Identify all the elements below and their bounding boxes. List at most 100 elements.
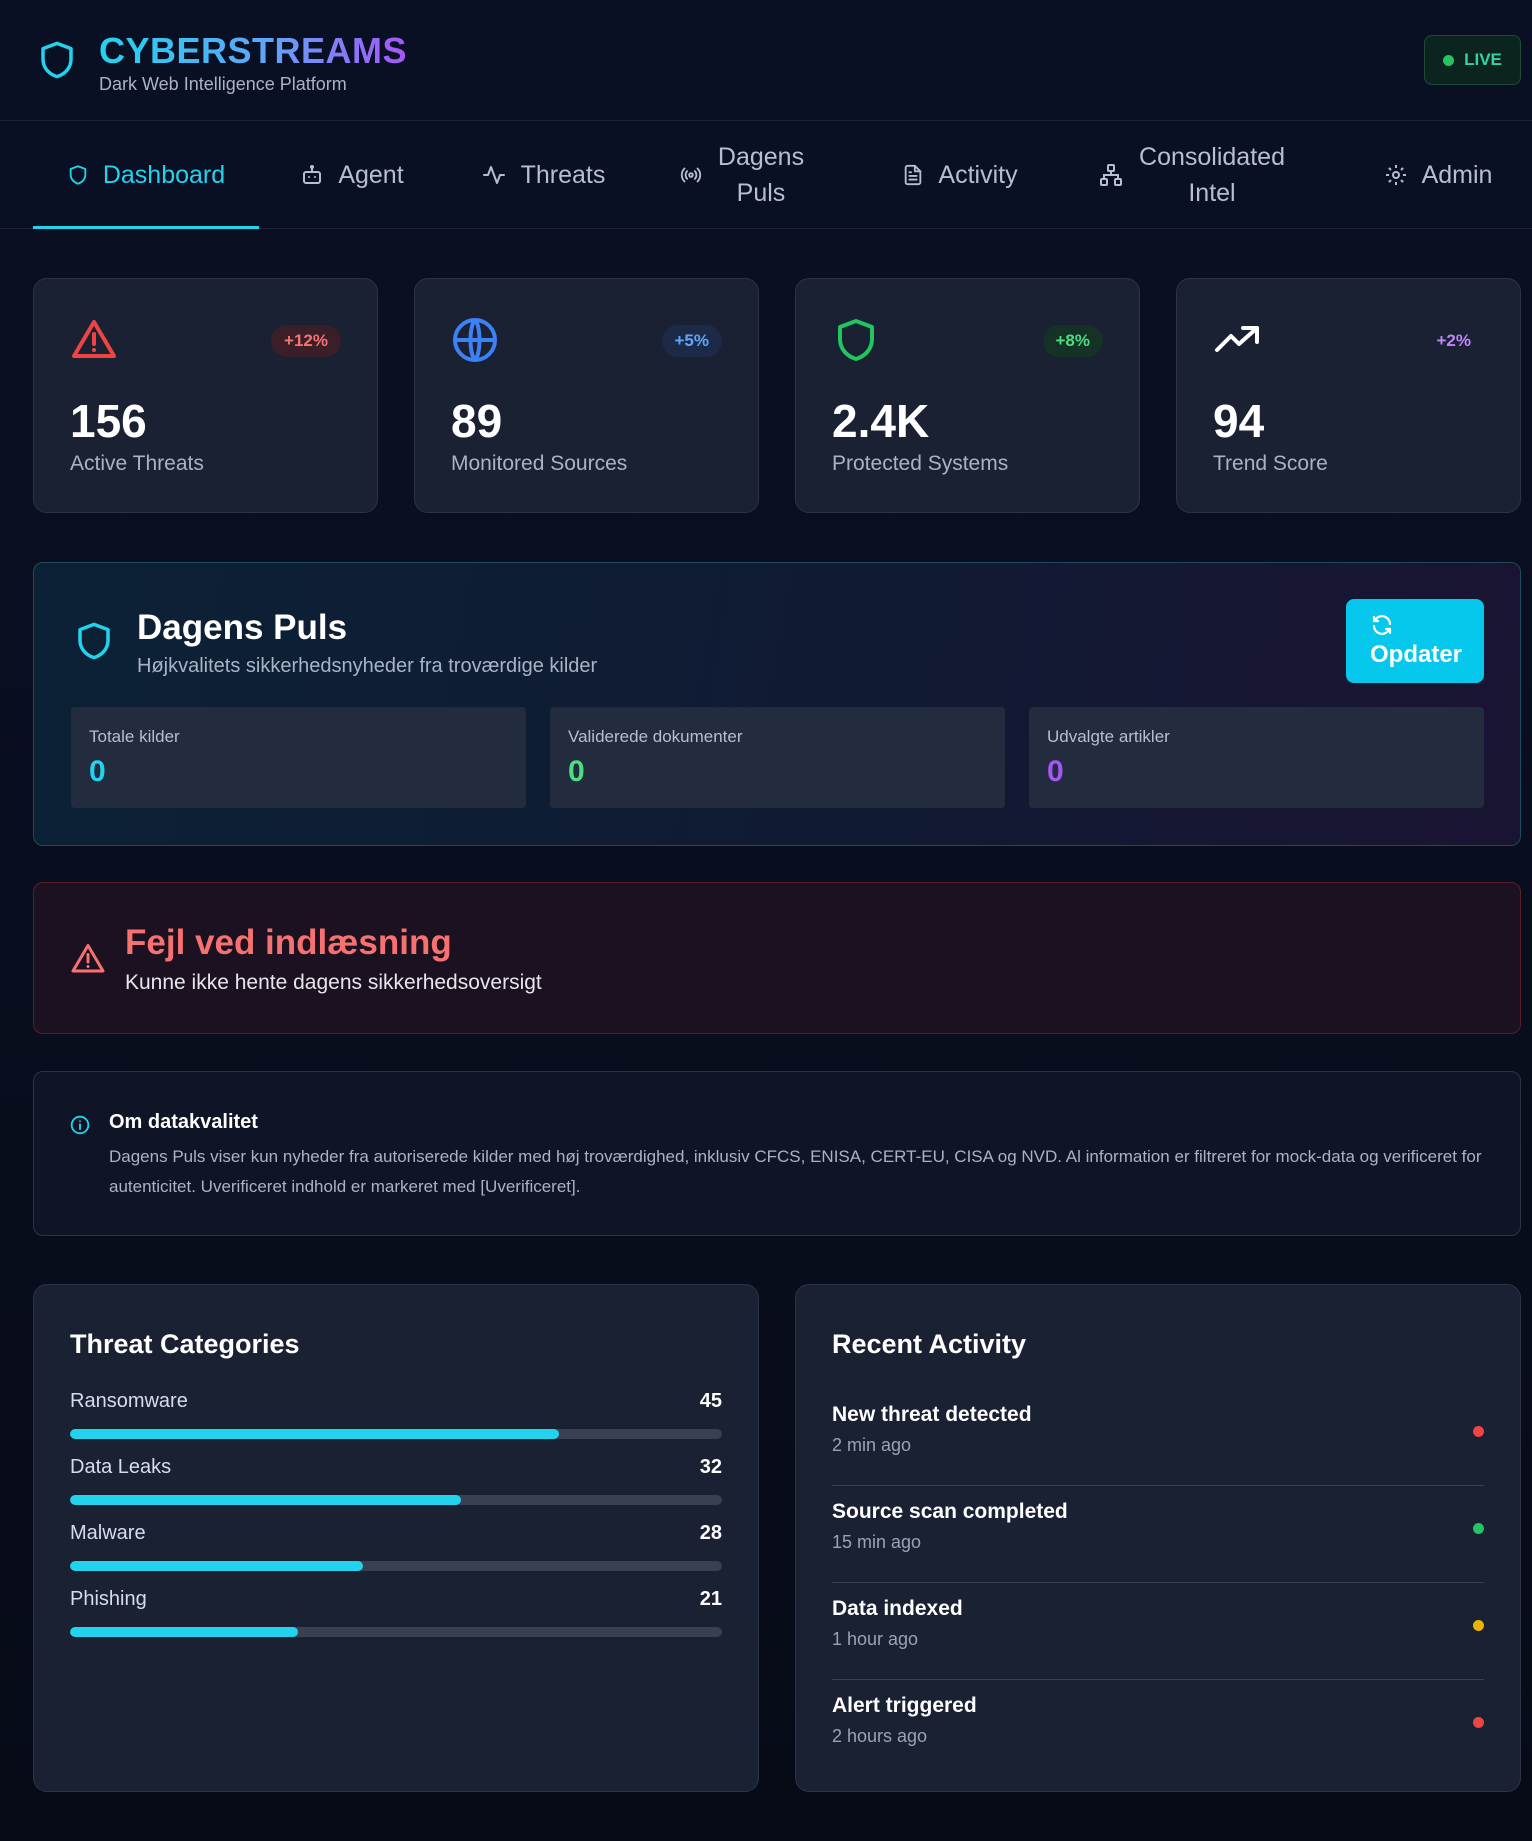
stat-label: Monitored Sources — [451, 452, 628, 475]
category-bar-track — [70, 1561, 722, 1571]
info-title: Om datakvalitet — [109, 1111, 258, 1133]
info-icon — [70, 1115, 90, 1135]
activity-time: 2 min ago — [832, 1435, 912, 1455]
dagens-puls-panel: Dagens Puls Højkvalitets sikkerhedsnyhed… — [33, 562, 1521, 846]
category-bar-track — [70, 1495, 722, 1505]
tab-consolidated-intel-label: Consolidated Intel — [1139, 143, 1285, 207]
activity-title: Alert triggered — [832, 1694, 977, 1717]
pulse-stat-value: 0 — [1047, 755, 1064, 788]
activity-time: 1 hour ago — [832, 1629, 919, 1649]
activity-item[interactable]: Alert triggered 2 hours ago — [832, 1680, 1484, 1777]
tab-agent[interactable]: Agent — [282, 121, 422, 229]
category-row: Phishing 21 — [70, 1588, 722, 1637]
stat-change-badge: +5% — [661, 325, 722, 357]
activity-time: 15 min ago — [832, 1532, 922, 1552]
category-row: Ransomware 45 — [70, 1390, 722, 1439]
category-name: Data Leaks — [70, 1456, 172, 1478]
tab-dagens-puls[interactable]: Dagens Puls — [668, 121, 818, 229]
live-dot-icon — [1443, 54, 1455, 66]
bot-icon — [303, 165, 322, 184]
category-bar-fill — [70, 1627, 299, 1637]
stat-value: 156 — [70, 395, 147, 447]
pulse-stat-value: 0 — [568, 755, 585, 788]
activity-item[interactable]: Data indexed 1 hour ago — [832, 1583, 1484, 1680]
live-label: LIVE — [1464, 50, 1502, 69]
shield-logo-icon — [41, 41, 73, 79]
stat-label: Protected Systems — [832, 452, 1009, 475]
stat-card-monitored-sources: +5% 89 Monitored Sources — [414, 278, 759, 513]
panel-title: Recent Activity — [832, 1329, 1027, 1359]
panel-title: Threat Categories — [70, 1329, 300, 1359]
category-count: 32 — [699, 1456, 722, 1478]
category-count: 45 — [699, 1390, 722, 1412]
refresh-label: Opdater — [1370, 641, 1463, 668]
recent-activity-panel: Recent Activity New threat detected 2 mi… — [795, 1284, 1521, 1792]
stat-value: 2.4K — [832, 395, 930, 447]
refresh-icon — [1372, 615, 1392, 635]
pulse-stat-label: Validerede dokumenter — [568, 727, 743, 746]
radio-icon — [680, 167, 702, 183]
category-bar-fill — [70, 1429, 559, 1439]
activity-item[interactable]: New threat detected 2 min ago — [832, 1389, 1484, 1486]
network-icon — [1100, 164, 1122, 186]
shield-icon — [78, 622, 110, 660]
category-count: 21 — [699, 1588, 722, 1610]
error-title: Fejl ved indlæsning — [125, 923, 452, 962]
status-dot-icon — [1473, 1523, 1484, 1534]
stat-value: 94 — [1213, 395, 1265, 447]
stat-card-protected-systems: +8% 2.4K Protected Systems — [795, 278, 1140, 513]
data-quality-info: Om datakvalitet Dagens Puls viser kun ny… — [33, 1071, 1521, 1236]
gear-icon — [1385, 165, 1406, 185]
brand-name: CYBERSTREAMS — [99, 30, 408, 71]
file-text-icon — [905, 164, 922, 186]
stat-card-active-threats: +12% 156 Active Threats — [33, 278, 378, 513]
error-message: Kunne ikke hente dagens sikkerhedsoversi… — [125, 971, 542, 994]
shield-icon — [838, 319, 874, 361]
refresh-button[interactable]: Opdater — [1346, 599, 1484, 683]
tab-admin[interactable]: Admin — [1368, 121, 1508, 229]
activity-time: 2 hours ago — [832, 1726, 928, 1746]
pulse-stat-value: 0 — [89, 755, 106, 788]
trending-up-icon — [1215, 326, 1259, 352]
stat-label: Trend Score — [1213, 452, 1328, 475]
tab-dashboard[interactable]: Dashboard — [33, 121, 259, 229]
status-dot-icon — [1473, 1717, 1484, 1728]
pulse-stat-label: Totale kilder — [89, 727, 180, 746]
stat-label: Active Threats — [70, 452, 204, 475]
category-bar-fill — [70, 1495, 462, 1505]
app-header: CYBERSTREAMS Dark Web Intelligence Platf… — [0, 0, 1532, 121]
error-alert: Fejl ved indlæsning Kunne ikke hente dag… — [33, 882, 1521, 1034]
shield-icon — [69, 165, 87, 185]
tab-dashboard-label: Dashboard — [102, 161, 226, 189]
alert-triangle-icon — [72, 320, 116, 358]
stat-card-trend-score: +2% 94 Trend Score — [1176, 278, 1521, 513]
tab-consolidated-intel[interactable]: Consolidated Intel — [1088, 121, 1298, 229]
pulse-stat-total-sources: Totale kilder 0 — [71, 707, 526, 808]
tab-dagens-puls-label: Dagens Puls — [717, 143, 805, 207]
category-bar-track — [70, 1429, 722, 1439]
main-nav: Dashboard Agent Threats Dagens Puls Acti… — [0, 121, 1532, 229]
globe-icon — [453, 318, 497, 362]
stat-change-badge: +8% — [1042, 325, 1103, 357]
category-count: 28 — [699, 1522, 722, 1544]
activity-title: Source scan completed — [832, 1500, 1068, 1523]
activity-icon — [482, 166, 505, 184]
tab-activity-label: Activity — [938, 161, 1018, 189]
tab-threats[interactable]: Threats — [468, 121, 618, 229]
activity-item[interactable]: Source scan completed 15 min ago — [832, 1486, 1484, 1583]
tab-activity[interactable]: Activity — [890, 121, 1030, 229]
tab-admin-label: Admin — [1421, 161, 1493, 189]
tab-agent-label: Agent — [338, 161, 404, 189]
threat-categories-panel: Threat Categories Ransomware 45 Data Lea… — [33, 1284, 759, 1792]
pulse-title: Dagens Puls — [137, 608, 348, 647]
status-dot-icon — [1473, 1620, 1484, 1631]
brand-subtitle: Dark Web Intelligence Platform — [99, 74, 347, 94]
pulse-stat-label: Udvalgte artikler — [1047, 727, 1170, 746]
tab-threats-label: Threats — [520, 161, 606, 189]
category-row: Malware 28 — [70, 1522, 722, 1571]
info-body: Dagens Puls viser kun nyheder fra autori… — [109, 1147, 1482, 1196]
stat-change-badge: +2% — [1436, 331, 1472, 350]
pulse-subtitle: Højkvalitets sikkerhedsnyheder fra trovæ… — [137, 655, 598, 677]
category-bar-fill — [70, 1561, 364, 1571]
activity-title: New threat detected — [832, 1403, 1032, 1426]
